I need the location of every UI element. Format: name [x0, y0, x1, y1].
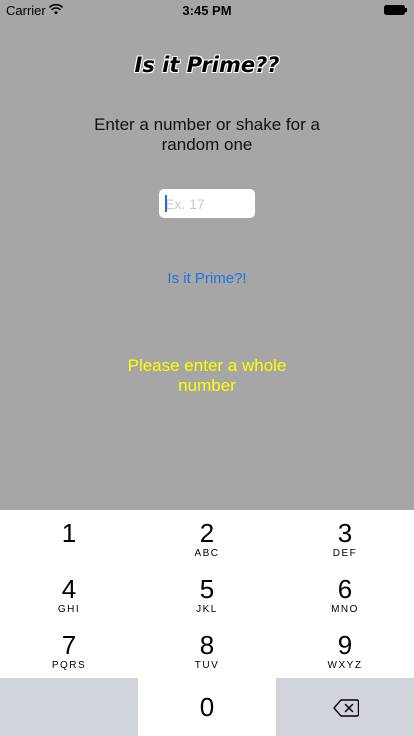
key-digit: 8	[199, 630, 215, 660]
status-time: 3:45 PM	[182, 3, 232, 18]
key-0[interactable]: 0	[138, 678, 276, 736]
key-1[interactable]: 1	[0, 510, 138, 566]
key-letters: PQRS	[51, 660, 87, 671]
backspace-icon	[333, 699, 359, 717]
key-4[interactable]: 4 GHI	[0, 566, 138, 622]
key-3[interactable]: 3 DEF	[276, 510, 414, 566]
key-6[interactable]: 6 MNO	[276, 566, 414, 622]
key-letters: TUV	[194, 660, 220, 671]
key-digit: 5	[199, 574, 215, 604]
key-8[interactable]: 8 TUV	[138, 622, 276, 678]
key-digit: 3	[337, 518, 353, 548]
key-digit: 0	[199, 692, 215, 722]
key-2[interactable]: 2 ABC	[138, 510, 276, 566]
key-digit: 7	[61, 630, 77, 660]
key-letters: GHI	[57, 604, 81, 615]
key-digit: 6	[337, 574, 353, 604]
key-letters: JKL	[196, 604, 218, 615]
key-letters: WXYZ	[327, 660, 363, 671]
number-pad-keyboard: 1 2 ABC 3 DEF 4 GHI 5 JKL 6 MNO 7 PQRS 8…	[0, 510, 414, 736]
number-input[interactable]	[159, 189, 255, 218]
key-7[interactable]: 7 PQRS	[0, 622, 138, 678]
instruction-text: Enter a number or shake for a random one	[94, 115, 320, 154]
key-9[interactable]: 9 WXYZ	[276, 622, 414, 678]
status-bar: Carrier 3:45 PM	[0, 0, 414, 20]
text-caret	[165, 195, 167, 212]
key-delete[interactable]	[276, 678, 414, 736]
app-title: Is it Prime??	[134, 53, 280, 77]
result-message: Please enter a whole number	[127, 356, 287, 395]
key-blank	[0, 678, 138, 736]
battery-icon	[384, 5, 407, 15]
is-it-prime-button[interactable]: Is it Prime?!	[0, 270, 414, 287]
key-letters: MNO	[331, 604, 359, 615]
key-digit: 9	[337, 630, 353, 660]
key-5[interactable]: 5 JKL	[138, 566, 276, 622]
key-digit: 1	[61, 518, 77, 548]
key-letters: DEF	[332, 548, 358, 559]
key-letters: ABC	[194, 548, 220, 559]
key-digit: 2	[199, 518, 215, 548]
key-digit: 4	[61, 574, 77, 604]
